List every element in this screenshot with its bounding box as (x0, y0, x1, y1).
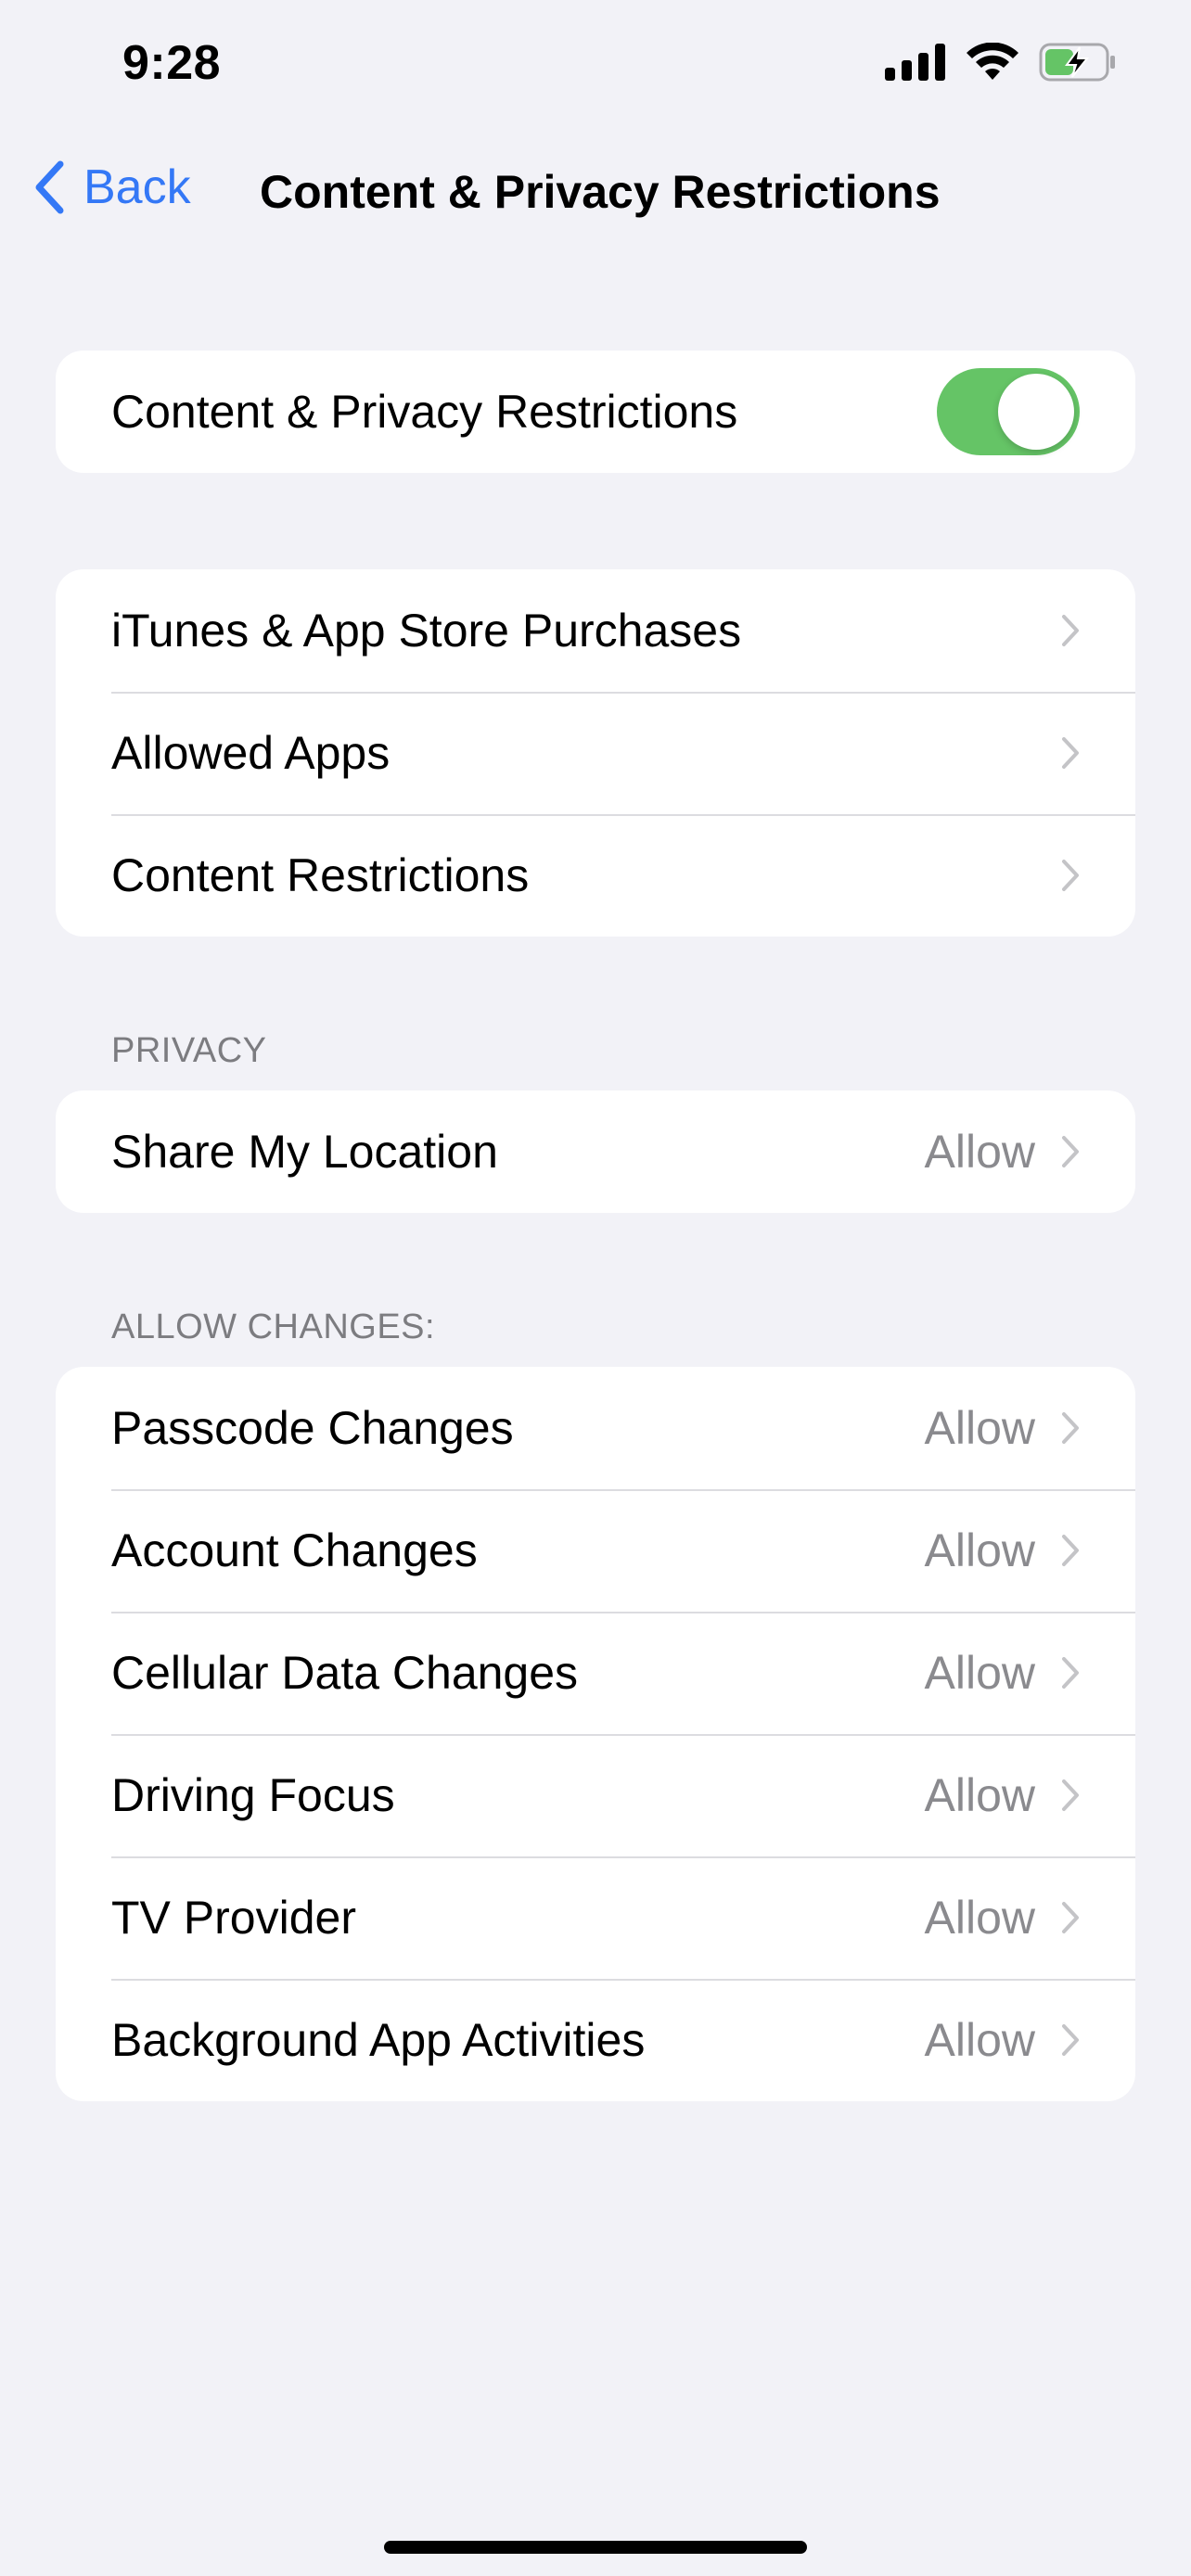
row-label: Content Restrictions (111, 849, 530, 901)
row-value: Allow (924, 1647, 1035, 1699)
row-label: Driving Focus (111, 1769, 395, 1821)
driving-focus-row[interactable]: Driving Focus Allow (56, 1734, 1135, 1856)
content-privacy-toggle-label: Content & Privacy Restrictions (111, 386, 738, 438)
privacy-section-header: PRIVACY (111, 1031, 267, 1070)
row-label: Account Changes (111, 1524, 478, 1576)
row-label: Passcode Changes (111, 1402, 514, 1454)
row-value: Allow (924, 1402, 1035, 1454)
back-button[interactable]: Back (33, 159, 191, 215)
back-button-label: Back (83, 160, 191, 214)
allow-changes-group: Passcode Changes Allow Account Changes A… (56, 1367, 1135, 2101)
background-app-activities-row[interactable]: Background App Activities Allow (56, 1979, 1135, 2101)
chevron-right-icon (1061, 859, 1080, 892)
content-privacy-toggle[interactable] (937, 368, 1080, 455)
chevron-left-icon (33, 160, 83, 214)
allow-changes-section-header: ALLOW CHANGES: (111, 1307, 436, 1346)
row-label: Background App Activities (111, 2014, 646, 2066)
chevron-right-icon (1061, 736, 1080, 770)
chevron-right-icon (1061, 1135, 1080, 1168)
row-label: Share My Location (111, 1126, 498, 1178)
row-value: Allow (924, 1892, 1035, 1944)
content-privacy-toggle-row: Content & Privacy Restrictions (56, 351, 1135, 473)
row-value: Allow (924, 1126, 1035, 1178)
row-value: Allow (924, 2014, 1035, 2066)
tv-provider-row[interactable]: TV Provider Allow (56, 1856, 1135, 1979)
chevron-right-icon (1061, 1656, 1080, 1690)
battery-charging-icon (1039, 43, 1117, 86)
home-indicator[interactable] (384, 2541, 807, 2554)
status-icons (885, 42, 1117, 86)
itunes-app-store-purchases-row[interactable]: iTunes & App Store Purchases (56, 569, 1135, 692)
row-value: Allow (924, 1769, 1035, 1821)
allowed-apps-row[interactable]: Allowed Apps (56, 692, 1135, 814)
account-changes-row[interactable]: Account Changes Allow (56, 1489, 1135, 1612)
row-label: Cellular Data Changes (111, 1647, 579, 1699)
cellular-data-changes-row[interactable]: Cellular Data Changes Allow (56, 1612, 1135, 1734)
chevron-right-icon (1061, 1901, 1080, 1934)
passcode-changes-row[interactable]: Passcode Changes Allow (56, 1367, 1135, 1489)
status-bar: 9:28 (0, 0, 1191, 139)
status-time: 9:28 (122, 36, 222, 90)
chevron-right-icon (1061, 2023, 1080, 2057)
row-label: Allowed Apps (111, 727, 391, 779)
content-restrictions-row[interactable]: Content Restrictions (56, 814, 1135, 937)
restrictions-toggle-group: Content & Privacy Restrictions (56, 351, 1135, 473)
row-value: Allow (924, 1524, 1035, 1576)
navigation-bar: Back Content & Privacy Restrictions (0, 139, 1191, 243)
toggle-knob (998, 374, 1074, 450)
wifi-icon (967, 42, 1018, 86)
chevron-right-icon (1061, 1411, 1080, 1445)
chevron-right-icon (1061, 1779, 1080, 1812)
page-title: Content & Privacy Restrictions (260, 166, 941, 218)
row-label: iTunes & App Store Purchases (111, 605, 742, 657)
privacy-group: Share My Location Allow (56, 1090, 1135, 1213)
share-my-location-row[interactable]: Share My Location Allow (56, 1090, 1135, 1213)
chevron-right-icon (1061, 1534, 1080, 1567)
row-label: TV Provider (111, 1892, 356, 1944)
chevron-right-icon (1061, 614, 1080, 647)
store-settings-group: iTunes & App Store Purchases Allowed App… (56, 569, 1135, 937)
cellular-signal-icon (885, 44, 946, 85)
